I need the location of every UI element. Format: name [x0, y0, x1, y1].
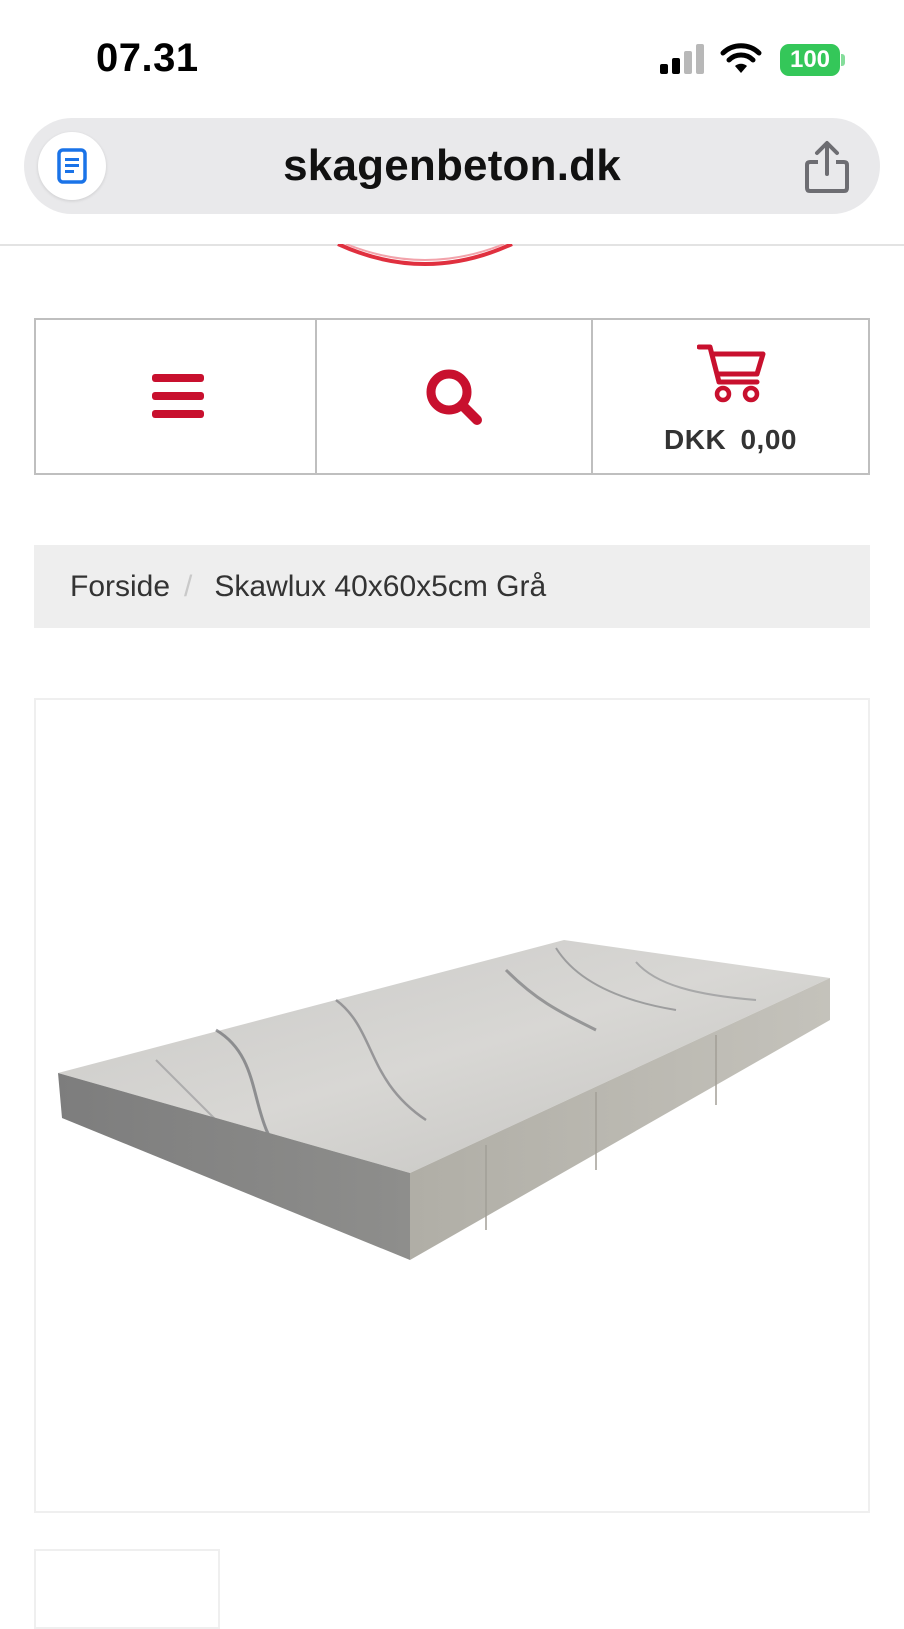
share-icon[interactable] — [802, 140, 852, 194]
status-time: 07.31 — [96, 36, 199, 80]
search-button[interactable] — [317, 320, 593, 473]
product-thumbnail[interactable] — [34, 1549, 220, 1629]
breadcrumb: Forside / Skawlux 40x60x5cm Grå — [34, 545, 870, 628]
product-image-frame[interactable] — [34, 698, 870, 1513]
breadcrumb-separator: / — [184, 569, 193, 603]
hamburger-menu-icon — [152, 374, 204, 418]
cart-button[interactable]: DKK 0,00 — [593, 320, 868, 473]
reader-button[interactable] — [38, 132, 106, 200]
address-bar[interactable]: skagenbeton.dk — [24, 118, 880, 214]
site-logo[interactable] — [330, 244, 520, 274]
battery-icon: 100 — [780, 44, 845, 76]
wifi-icon — [720, 43, 762, 73]
concrete-paving-slab-image[interactable] — [36, 700, 868, 1511]
reader-icon — [57, 148, 87, 184]
url-text[interactable]: skagenbeton.dk — [144, 118, 760, 214]
nav-bar: DKK 0,00 — [34, 318, 870, 475]
breadcrumb-current: Skawlux 40x60x5cm Grå — [214, 569, 547, 603]
search-icon — [426, 369, 482, 425]
shopping-cart-icon — [697, 344, 766, 403]
status-bar: 07.31 100 — [0, 0, 904, 112]
cart-total[interactable]: DKK 0,00 — [593, 424, 868, 456]
signal-icon — [660, 44, 704, 74]
breadcrumb-home-link[interactable]: Forside — [70, 570, 170, 604]
battery-level: 100 — [780, 44, 840, 76]
menu-button[interactable] — [36, 320, 317, 473]
